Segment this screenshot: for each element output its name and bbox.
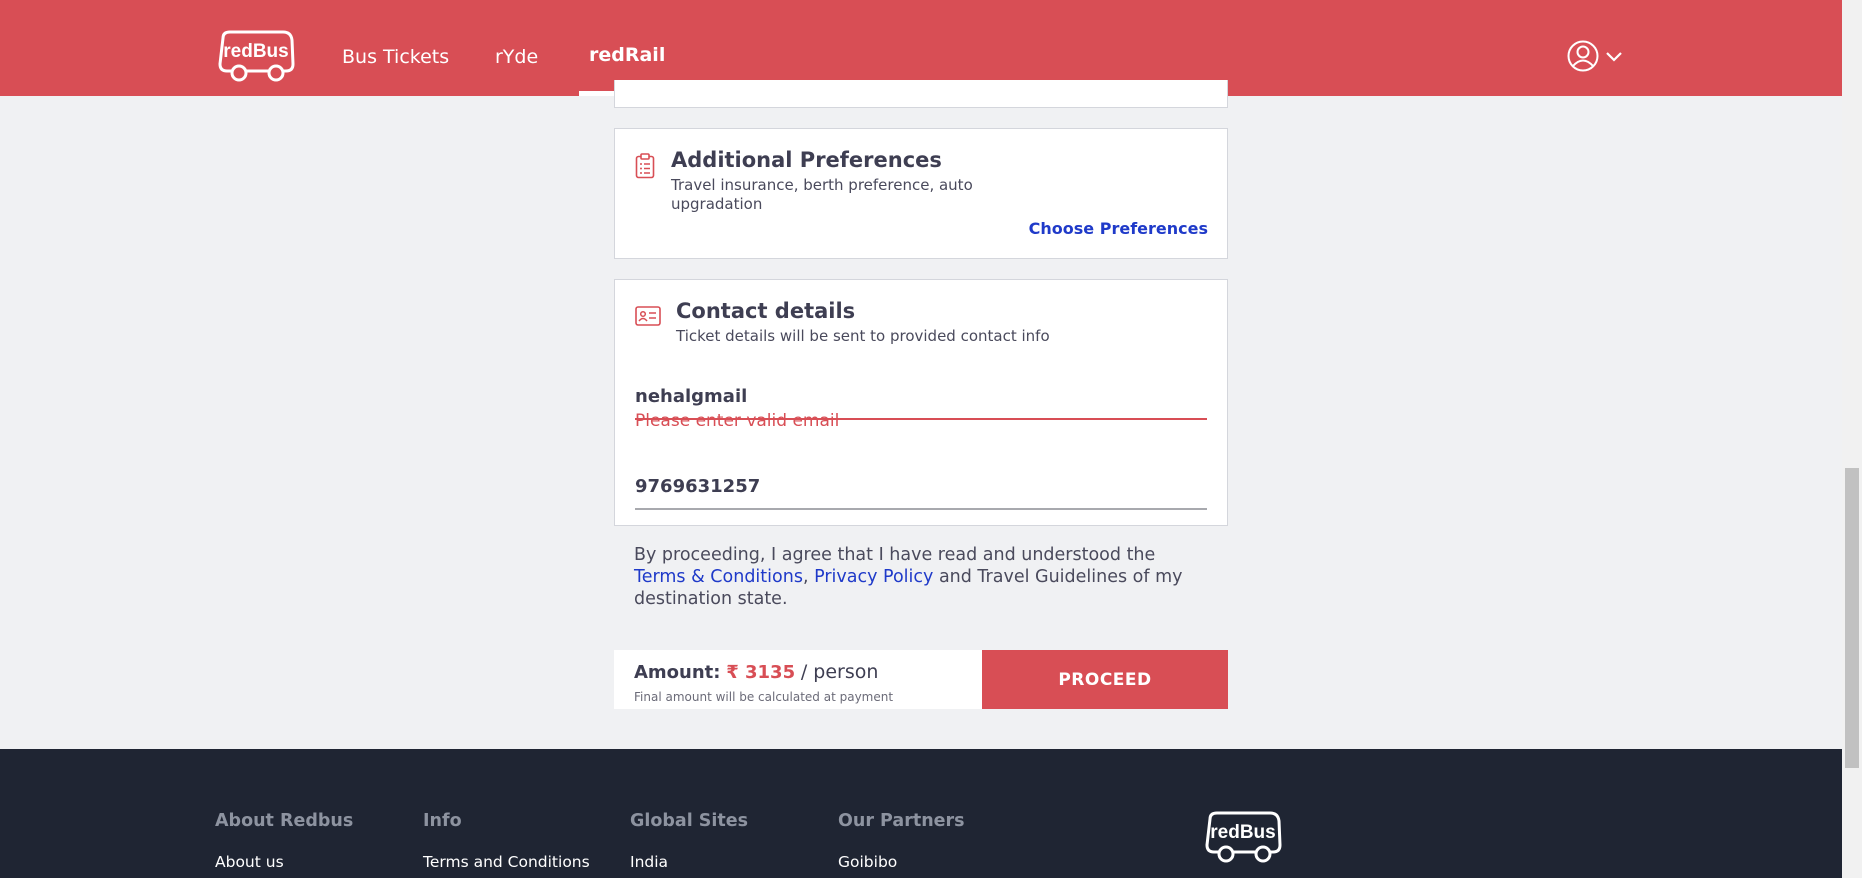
- contact-details-card: Contact details Ticket details will be s…: [614, 279, 1228, 526]
- svg-text:redBus: redBus: [223, 41, 288, 62]
- amount-label: Amount:: [634, 662, 721, 683]
- previous-section-card: [614, 80, 1228, 108]
- page-scrollbar-thumb[interactable]: [1845, 468, 1859, 768]
- amount-line: Amount: ₹ 3135 / person: [634, 661, 878, 683]
- contact-subtitle: Ticket details will be sent to provided …: [676, 327, 1050, 345]
- footer-heading-info: Info: [423, 811, 462, 831]
- privacy-policy-link[interactable]: Privacy Policy: [814, 567, 933, 587]
- redbus-logo[interactable]: redBus: [217, 30, 295, 83]
- agreement-text: By proceeding, I agree that I have read …: [634, 544, 1214, 610]
- agreement-line3: destination state.: [634, 589, 788, 609]
- preferences-subtitle-line1: Travel insurance, berth preference, auto: [671, 176, 973, 194]
- svg-text:redBus: redBus: [1210, 822, 1275, 843]
- preferences-title: Additional Preferences: [671, 148, 942, 172]
- agreement-line2-rest: and Travel Guidelines of my: [938, 567, 1183, 587]
- footer-logo-icon: redBus: [1205, 811, 1282, 863]
- user-circle-icon: [1567, 40, 1599, 72]
- amount-value: ₹ 3135: [726, 662, 796, 683]
- site-footer: About Redbus About us Info Terms and Con…: [0, 749, 1842, 878]
- terms-conditions-link[interactable]: Terms & Conditions: [634, 567, 803, 587]
- agreement-line2: Terms & Conditions, Privacy Policy and T…: [634, 566, 1214, 588]
- user-account-menu[interactable]: [1566, 39, 1628, 73]
- footer-heading-global-sites: Global Sites: [630, 811, 749, 831]
- footer-heading-partners: Our Partners: [838, 811, 965, 831]
- agreement-comma: ,: [802, 567, 809, 587]
- footer-link-about-us[interactable]: About us: [215, 853, 284, 871]
- phone-field[interactable]: 9769631257: [635, 464, 1207, 510]
- redbus-logo-icon: redBus: [218, 30, 295, 82]
- footer-heading-about: About Redbus: [215, 811, 354, 831]
- footer-link-india[interactable]: India: [630, 853, 668, 871]
- amount-summary: Amount: ₹ 3135 / person Final amount wil…: [614, 650, 982, 709]
- proceed-button[interactable]: PROCEED: [982, 650, 1228, 709]
- amount-note: Final amount will be calculated at payme…: [634, 690, 894, 704]
- email-error-message: Please enter valid email: [635, 411, 840, 431]
- agreement-line1: By proceeding, I agree that I have read …: [634, 545, 1156, 565]
- contact-title: Contact details: [676, 299, 856, 323]
- id-card-icon: [635, 305, 661, 332]
- preferences-subtitle-line2: upgradation: [671, 195, 763, 213]
- footer-link-goibibo[interactable]: Goibibo: [838, 853, 897, 871]
- choose-preferences-link[interactable]: Choose Preferences: [1029, 219, 1208, 238]
- nav-bus-tickets[interactable]: Bus Tickets: [342, 46, 449, 68]
- footer-link-terms[interactable]: Terms and Conditions: [423, 853, 590, 871]
- nav-ryde[interactable]: rYde: [495, 46, 538, 68]
- nav-redrail[interactable]: redRail: [589, 44, 665, 66]
- clipboard-icon: [635, 153, 655, 184]
- amount-unit: / person: [800, 661, 879, 683]
- footer-redbus-logo: redBus: [1204, 811, 1282, 864]
- chevron-down-icon: [1606, 52, 1622, 62]
- additional-preferences-card: Additional Preferences Travel insurance,…: [614, 128, 1228, 259]
